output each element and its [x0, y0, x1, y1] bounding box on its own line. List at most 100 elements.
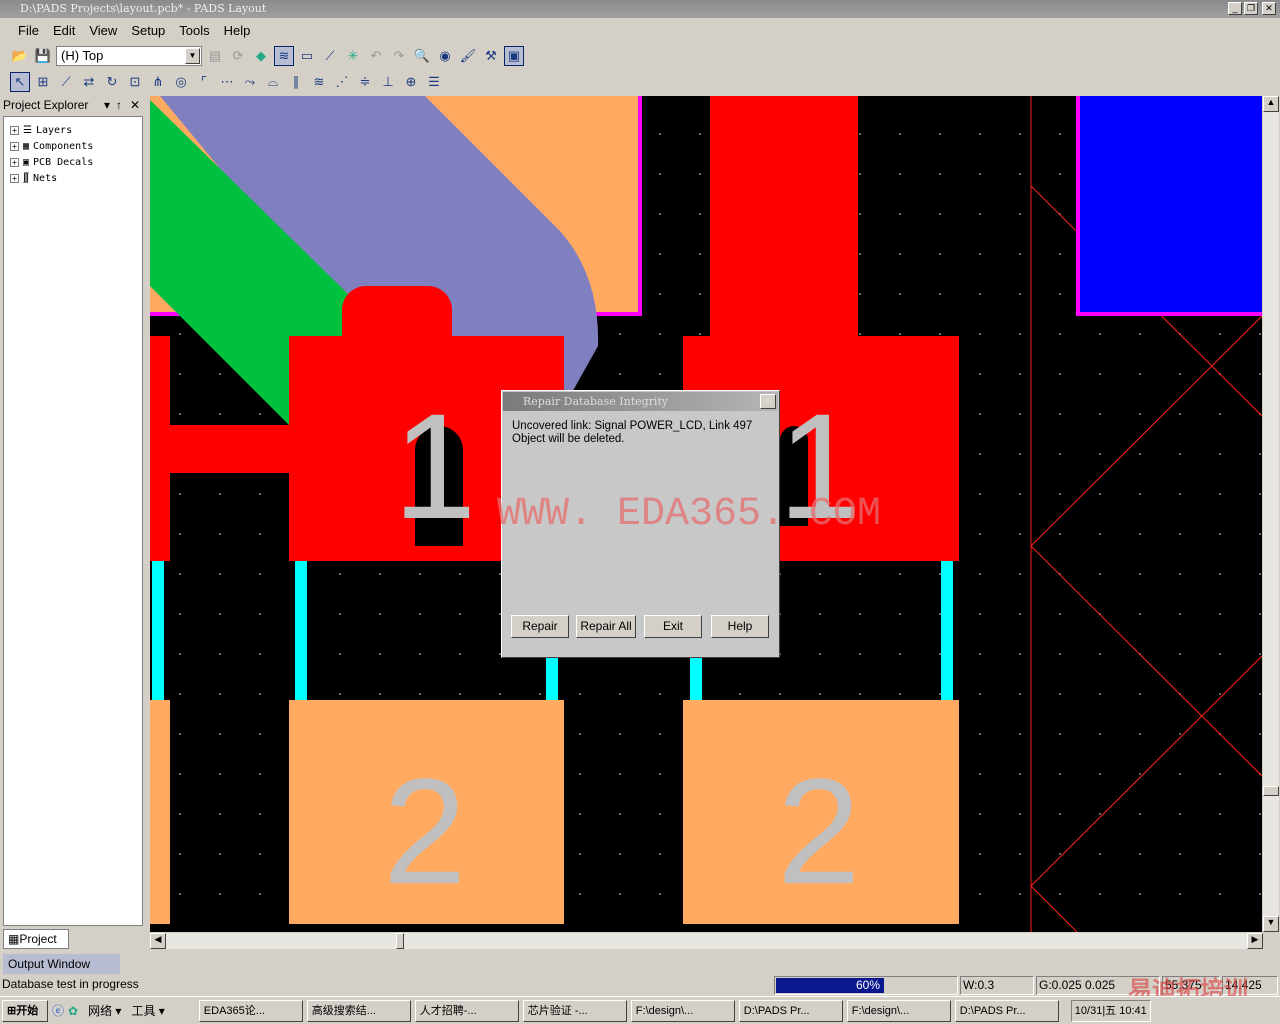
trace-cyan: [152, 561, 164, 701]
select-icon[interactable]: ↖: [10, 72, 30, 92]
expand-icon[interactable]: +: [10, 173, 19, 183]
scroll-down-icon[interactable]: ▼: [1263, 916, 1279, 932]
task-button[interactable]: F:\design\...: [630, 999, 735, 1022]
scroll-thumb[interactable]: [396, 933, 404, 949]
arc-icon[interactable]: ⌓: [263, 72, 283, 92]
smd-pad-edge: [150, 336, 170, 561]
task-button[interactable]: F:\design\...: [846, 999, 951, 1022]
quicklaunch-network[interactable]: 网络 ▾: [88, 1002, 121, 1019]
close-icon[interactable]: ✕: [130, 96, 140, 114]
vertical-scrollbar[interactable]: ▲ ▼: [1263, 96, 1279, 932]
window-icon[interactable]: ▣: [504, 46, 524, 66]
expand-icon[interactable]: +: [10, 125, 19, 135]
brush-icon[interactable]: 🖌: [458, 46, 478, 66]
unroute-icon[interactable]: ⋔: [148, 72, 168, 92]
add-via-icon[interactable]: ⊥: [378, 72, 398, 92]
expand-icon[interactable]: +: [10, 157, 19, 167]
smd-pad-edge: [150, 700, 170, 924]
tree-item-pcb-decals[interactable]: + ▣ PCB Decals: [4, 154, 142, 170]
ie-icon[interactable]: ⓔ: [52, 1002, 64, 1019]
zoom-icon[interactable]: 🔍: [412, 46, 432, 66]
project-icon: ▦: [8, 932, 20, 946]
exit-button[interactable]: Exit: [644, 615, 702, 638]
pin-icon[interactable]: ↑: [116, 96, 122, 114]
task-button[interactable]: 芯片验证 -...: [522, 999, 627, 1022]
expand-icon[interactable]: +: [10, 141, 19, 151]
list-icon[interactable]: ☰: [424, 72, 444, 92]
tools-icon[interactable]: ⚒: [481, 46, 501, 66]
tree-item-layers[interactable]: + ☰ Layers: [4, 122, 142, 138]
properties-icon[interactable]: ▤: [205, 46, 225, 66]
status-width: W:0.3: [960, 976, 1034, 995]
swap-icon[interactable]: ⇄: [79, 72, 99, 92]
undo-icon[interactable]: ↶: [366, 46, 386, 66]
menu-help[interactable]: Help: [224, 23, 251, 38]
dropdown-icon[interactable]: ▾: [104, 96, 110, 114]
layer-select[interactable]: (H) Top ▼: [56, 46, 202, 66]
minimize-button[interactable]: _: [1228, 2, 1242, 15]
chevron-down-icon[interactable]: ▼: [185, 48, 200, 64]
maximize-button[interactable]: ❐: [1244, 2, 1258, 15]
task-button[interactable]: 高级搜索结...: [306, 999, 411, 1022]
glue-icon[interactable]: ⊕: [401, 72, 421, 92]
menu-view[interactable]: View: [89, 23, 117, 38]
component-icon[interactable]: ✳: [343, 46, 363, 66]
menu-file[interactable]: File: [18, 23, 39, 38]
tab-project[interactable]: ▦Project: [3, 929, 69, 949]
tab-output-window[interactable]: Output Window: [3, 954, 120, 974]
close-button[interactable]: ✕: [1262, 2, 1276, 15]
save-icon[interactable]: 💾: [33, 46, 53, 66]
routing-icon[interactable]: ≋: [274, 46, 294, 66]
view-icon[interactable]: ◉: [435, 46, 455, 66]
help-button[interactable]: Help: [711, 615, 769, 638]
menu-edit[interactable]: Edit: [53, 23, 75, 38]
move-icon[interactable]: ⊞: [33, 72, 53, 92]
route-icon[interactable]: ⟋: [56, 72, 76, 92]
scroll-left-icon[interactable]: ◀: [150, 933, 166, 949]
corner-icon[interactable]: ⌜: [194, 72, 214, 92]
bus-icon[interactable]: ∥: [286, 72, 306, 92]
split-icon[interactable]: ≑: [355, 72, 375, 92]
task-button[interactable]: 人才招聘-...: [414, 999, 519, 1022]
dynamic-route-icon[interactable]: ⤳: [240, 72, 260, 92]
tree-item-components[interactable]: + ▦ Components: [4, 138, 142, 154]
refresh-icon[interactable]: ⟳: [228, 46, 248, 66]
menu-tools[interactable]: Tools: [179, 23, 209, 38]
network-icon[interactable]: ✿: [68, 1004, 78, 1018]
dimension-icon[interactable]: ⋯: [217, 72, 237, 92]
line-icon[interactable]: ⟋: [320, 46, 340, 66]
start-button[interactable]: ⊞开始: [2, 999, 48, 1022]
spin-icon[interactable]: ⊡: [125, 72, 145, 92]
tree-item-nets[interactable]: + ∭ Nets: [4, 170, 142, 186]
menu-setup[interactable]: Setup: [131, 23, 165, 38]
sketch-icon[interactable]: ≋: [309, 72, 329, 92]
clock[interactable]: 10/31|五 10:41: [1075, 1005, 1147, 1017]
rotate-icon[interactable]: ↻: [102, 72, 122, 92]
decal-icon: ▣: [23, 156, 30, 168]
redo-icon[interactable]: ↷: [389, 46, 409, 66]
quicklaunch-tools[interactable]: 工具 ▾: [131, 1002, 164, 1019]
project-explorer-header: Project Explorer ▾ ↑ ✕: [3, 96, 141, 114]
repair-database-dialog: Repair Database Integrity ✕ Uncovered li…: [501, 390, 780, 658]
via-icon[interactable]: ◎: [171, 72, 191, 92]
open-icon[interactable]: 📂: [10, 46, 30, 66]
trace-cyan: [941, 561, 953, 701]
horizontal-scrollbar[interactable]: ◀ ▶: [150, 933, 1263, 949]
board-icon[interactable]: ▭: [297, 46, 317, 66]
layers-icon[interactable]: ◆: [251, 46, 271, 66]
project-tree: + ☰ Layers + ▦ Components + ▣ PCB Decals + ∭ Net…: [3, 116, 143, 926]
repair-all-button[interactable]: Repair All: [576, 615, 636, 638]
auto-route-icon[interactable]: ⋰: [332, 72, 352, 92]
scroll-up-icon[interactable]: ▲: [1263, 96, 1279, 112]
pad-label: 2: [777, 747, 861, 915]
layers-icon: ☰: [23, 124, 32, 136]
repair-button[interactable]: Repair: [511, 615, 569, 638]
task-button[interactable]: D:\PADS Pr...: [738, 999, 843, 1022]
menu-bar: File Edit View Setup Tools Help: [0, 19, 1280, 41]
task-button[interactable]: EDA365论...: [198, 999, 303, 1022]
scroll-thumb[interactable]: [1263, 786, 1279, 796]
task-button[interactable]: D:\PADS Pr...: [954, 999, 1059, 1022]
dialog-close-icon[interactable]: ✕: [760, 394, 776, 409]
scroll-right-icon[interactable]: ▶: [1247, 933, 1263, 949]
progress-bar: 60%: [774, 976, 958, 995]
